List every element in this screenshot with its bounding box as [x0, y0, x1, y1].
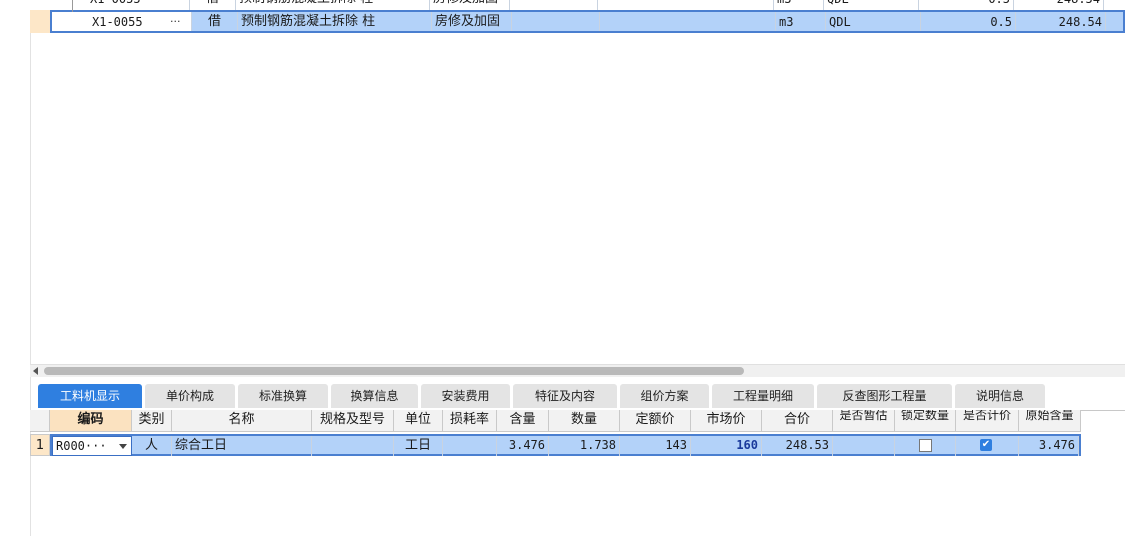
market-price-cell[interactable]: 160 — [691, 436, 762, 456]
table-row-selected[interactable]: X1-0055 ··· 借 预制钢筋混凝土拆除 柱 房修及加固 m3 QDL 0… — [50, 0, 1125, 33]
is-priced-cell: ✔ — [956, 436, 1019, 456]
header-type[interactable]: 类别 — [132, 410, 172, 432]
orig-content-cell: 3.476 — [1019, 436, 1079, 456]
header-name[interactable]: 名称 — [172, 410, 312, 432]
chevron-down-icon[interactable] — [119, 444, 127, 449]
tab-material-display[interactable]: 工料机显示 — [38, 384, 142, 408]
qty-cell: 0.5 — [921, 12, 1016, 31]
header-content[interactable]: 含量 — [497, 410, 549, 432]
scroll-left-arrow-icon[interactable] — [33, 367, 38, 375]
header-loss[interactable]: 损耗率 — [443, 410, 497, 432]
left-gutter — [0, 0, 31, 536]
tab-reverse-lookup[interactable]: 反查图形工程量 — [817, 384, 952, 408]
header-total[interactable]: 合价 — [762, 410, 833, 432]
unit-cell: 工日 — [394, 436, 443, 456]
tab-pricing-plan[interactable]: 组价方案 — [620, 384, 709, 408]
header-lock-qty[interactable]: 锁定数量 — [895, 410, 956, 432]
corner-cell — [30, 410, 50, 432]
name-cell: 综合工日 — [172, 436, 312, 456]
spec-cell — [312, 436, 394, 456]
tab-install-cost[interactable]: 安装费用 — [421, 384, 510, 408]
header-quota-price[interactable]: 定额价 — [620, 410, 691, 432]
content-cell: 3.476 — [497, 436, 549, 456]
header-estimate[interactable]: 是否暂估 — [833, 410, 895, 432]
lock-qty-checkbox[interactable] — [919, 439, 932, 452]
is-priced-checkbox[interactable]: ✔ — [980, 439, 992, 451]
quota-price-cell: 143 — [620, 436, 691, 456]
tab-standard-conversion[interactable]: 标准换算 — [238, 384, 328, 408]
unit-cell: m3 — [776, 12, 826, 31]
row-marker — [30, 10, 50, 33]
horizontal-scrollbar[interactable] — [30, 364, 1125, 377]
lower-grid-body: 1 R000··· 人 综合工日 工日 3.476 1.738 143 160 … — [30, 434, 1082, 456]
code-value: R000··· — [56, 439, 107, 453]
header-orig-content[interactable]: 原始含量 — [1019, 410, 1081, 432]
header-qty[interactable]: 数量 — [549, 410, 620, 432]
tab-unit-price[interactable]: 单价构成 — [145, 384, 235, 408]
qty-expr-cell: QDL — [826, 12, 921, 31]
lock-qty-cell — [895, 436, 956, 456]
header-code[interactable]: 编码 — [50, 410, 132, 432]
price-cell: 248.54 — [1016, 12, 1106, 31]
blank-cell — [600, 12, 776, 31]
upper-grid: X1-0055 借 预制钢筋混凝土拆除 柱 房修及加固 m3 QDL 0.5 2… — [0, 0, 1125, 34]
header-is-priced[interactable]: 是否计价 — [956, 410, 1019, 432]
qty-cell: 1.738 — [549, 436, 620, 456]
tab-conversion-info[interactable]: 换算信息 — [331, 384, 418, 408]
lower-grid-header: 编码 类别 名称 规格及型号 单位 损耗率 含量 数量 定额价 市场价 合价 是… — [30, 410, 1082, 432]
blank-cell — [512, 12, 600, 31]
type-cell: 人 — [132, 436, 172, 456]
more-button[interactable]: ··· — [170, 12, 188, 31]
header-unit[interactable]: 单位 — [394, 410, 443, 432]
estimate-cell[interactable] — [833, 436, 895, 456]
code-dropdown[interactable]: R000··· — [52, 436, 132, 456]
tab-quantity-detail[interactable]: 工程量明细 — [712, 384, 814, 408]
type-cell: 借 — [192, 12, 238, 31]
tab-features[interactable]: 特征及内容 — [513, 384, 617, 408]
total-cell: 248.53 — [762, 436, 833, 456]
header-market-price[interactable]: 市场价 — [691, 410, 762, 432]
tab-bar: 工料机显示 单价构成 标准换算 换算信息 安装费用 特征及内容 组价方案 工程量… — [30, 384, 1125, 411]
row-index: 1 — [30, 434, 50, 456]
header-spec[interactable]: 规格及型号 — [312, 410, 394, 432]
major-cell: 房修及加固 — [432, 12, 512, 31]
scrollbar-thumb[interactable] — [44, 367, 744, 375]
tab-notes[interactable]: 说明信息 — [955, 384, 1045, 408]
table-row-selected[interactable]: R000··· 人 综合工日 工日 3.476 1.738 143 160 24… — [50, 434, 1081, 456]
loss-cell — [443, 436, 497, 456]
name-cell: 预制钢筋混凝土拆除 柱 — [238, 12, 432, 31]
